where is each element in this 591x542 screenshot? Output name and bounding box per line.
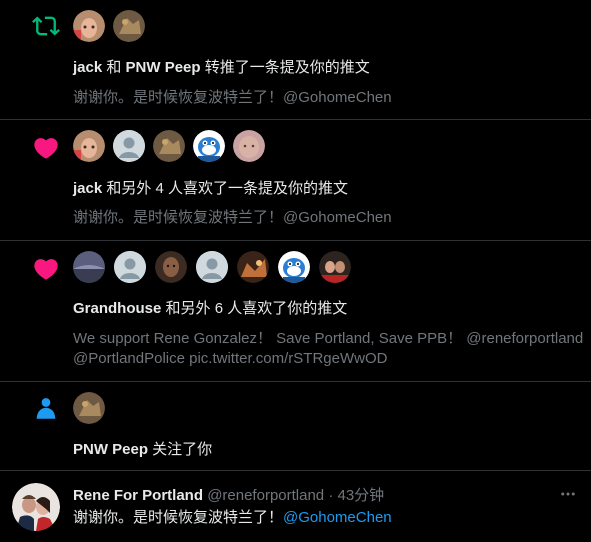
- notification-body: 谢谢你。是时候恢复波特兰了！@GohomeChen: [73, 89, 392, 106]
- actor-name[interactable]: Grandhouse: [73, 300, 161, 317]
- notification-retweet[interactable]: jack 和 PNW Peep 转推了一条提及你的推文 谢谢你。是时候恢复波特兰…: [0, 0, 591, 120]
- actor-name[interactable]: jack: [73, 59, 102, 76]
- notification-title[interactable]: PNW Peep 关注了你: [73, 438, 212, 459]
- notification-body: 谢谢你。是时候恢复波特兰了！@GohomeChen: [73, 209, 392, 226]
- avatar[interactable]: [113, 10, 145, 42]
- tweet-text: 谢谢你。是时候恢复波特兰了！@GohomeChen: [73, 506, 392, 527]
- avatar-default[interactable]: [113, 130, 145, 162]
- tweet-time[interactable]: 43分钟: [338, 487, 385, 504]
- separator: ·: [324, 487, 338, 504]
- actor-name[interactable]: PNW Peep: [126, 59, 201, 76]
- tweet[interactable]: Rene For Portland @reneforportland · 43分…: [0, 471, 591, 542]
- actor-avatars: [73, 251, 351, 283]
- avatar[interactable]: [153, 130, 185, 162]
- actor-avatars: [73, 392, 105, 424]
- avatar[interactable]: [155, 251, 187, 283]
- body-line: We support Rene Gonzalez！ Save Portland,…: [73, 330, 584, 347]
- avatar[interactable]: [193, 130, 225, 162]
- body-line: @PortlandPolice pic.twitter.com/rSTRgeWw…: [73, 350, 388, 367]
- person-icon: [32, 395, 60, 423]
- heart-icon: [32, 255, 60, 283]
- avatar-default[interactable]: [114, 251, 146, 283]
- tweet-header: Rene For Portland @reneforportland · 43分…: [73, 484, 384, 505]
- avatar[interactable]: [237, 251, 269, 283]
- action-text: 和另外 6 人喜欢了你的推文: [161, 300, 348, 317]
- avatar[interactable]: [73, 130, 105, 162]
- avatar[interactable]: [73, 10, 105, 42]
- actor-avatars: [73, 130, 265, 162]
- avatar[interactable]: [319, 251, 351, 283]
- avatar[interactable]: [278, 251, 310, 283]
- action-text: 转推了一条提及你的推文: [200, 59, 370, 76]
- connector-text: 和: [102, 59, 126, 76]
- avatar[interactable]: [73, 251, 105, 283]
- avatar[interactable]: [73, 392, 105, 424]
- author-handle[interactable]: @reneforportland: [207, 487, 324, 504]
- more-icon[interactable]: [559, 485, 577, 503]
- notification-follow[interactable]: PNW Peep 关注了你: [0, 382, 591, 471]
- heart-icon: [32, 134, 60, 162]
- notification-title[interactable]: jack 和另外 4 人喜欢了一条提及你的推文: [73, 177, 348, 198]
- action-text: 关注了你: [148, 441, 213, 458]
- notifications-feed: jack 和 PNW Peep 转推了一条提及你的推文 谢谢你。是时候恢复波特兰…: [0, 0, 591, 542]
- actor-name[interactable]: PNW Peep: [73, 441, 148, 458]
- action-text: 和另外 4 人喜欢了一条提及你的推文: [102, 180, 349, 197]
- avatar-default[interactable]: [196, 251, 228, 283]
- tweet-author-avatar[interactable]: [12, 483, 60, 531]
- notification-body: We support Rene Gonzalez！ Save Portland,…: [73, 329, 584, 369]
- notification-like[interactable]: Grandhouse 和另外 6 人喜欢了你的推文 We support Ren…: [0, 241, 591, 382]
- mention-link[interactable]: @GohomeChen: [283, 509, 392, 526]
- actor-name[interactable]: jack: [73, 180, 102, 197]
- tweet-body: 谢谢你。是时候恢复波特兰了！: [73, 509, 284, 526]
- author-name[interactable]: Rene For Portland: [73, 487, 203, 504]
- notification-like[interactable]: jack 和另外 4 人喜欢了一条提及你的推文 谢谢你。是时候恢复波特兰了！@G…: [0, 120, 591, 241]
- notification-title[interactable]: jack 和 PNW Peep 转推了一条提及你的推文: [73, 56, 370, 77]
- notification-title[interactable]: Grandhouse 和另外 6 人喜欢了你的推文: [73, 297, 347, 318]
- avatar[interactable]: [233, 130, 265, 162]
- actor-avatars: [73, 10, 145, 42]
- retweet-icon: [32, 12, 60, 40]
